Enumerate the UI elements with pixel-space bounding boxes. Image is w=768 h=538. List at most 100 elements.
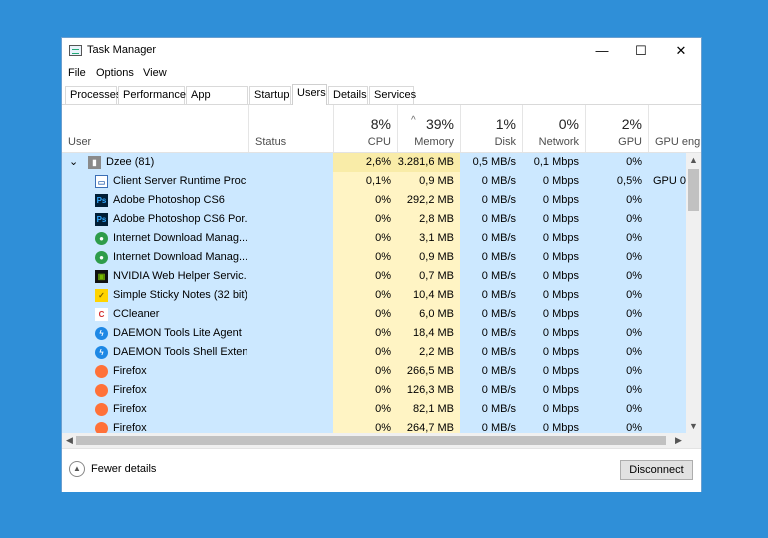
column-cpu[interactable]: 8% CPU [333,105,397,152]
cell-memory: 292,2 MB [406,194,454,206]
column-user[interactable]: User [62,105,248,152]
process-row[interactable]: Firefox 0% 82,1 MB 0 MB/s 0 Mbps 0% [62,400,686,419]
tab-performance[interactable]: Performance [118,86,186,104]
process-name: CCleaner [113,308,160,320]
close-button[interactable]: ✕ [661,38,701,64]
cell-memory: 2,8 MB [419,213,454,225]
process-row[interactable]: Ps Adobe Photoshop CS6 Por... 0% 2,8 MB 0 MB… [62,210,686,229]
scroll-right-icon[interactable]: ▶ [671,435,686,446]
process-row[interactable]: ▣ NVIDIA Web Helper Servic... 0% 0,7 MB 0 MB… [62,267,686,286]
menu-options[interactable]: Options [96,67,134,79]
process-row[interactable]: ● Internet Download Manag... 0% 0,9 MB 0 MB/… [62,248,686,267]
gpu-total-percent: 2% [621,116,642,132]
firefox-icon [95,422,108,433]
horizontal-scroll-thumb[interactable] [76,436,666,445]
minimize-button[interactable]: — [582,38,622,64]
cell-gpu-engine [653,400,686,419]
process-row[interactable]: ✓ Simple Sticky Notes (32 bit) 0% 10,4 MB 0 … [62,286,686,305]
chevron-up-circle-icon[interactable]: ▲ [69,461,85,477]
horizontal-scrollbar[interactable]: ◀ ▶ [62,433,686,448]
cell-network: 0 Mbps [542,270,579,282]
tab-services[interactable]: Services [369,86,416,104]
user-name: Dzee (81) [106,156,155,168]
expand-chevron-icon[interactable]: ⌄ [69,153,79,172]
column-memory[interactable]: ^ 39% Memory [397,105,460,152]
cell-gpu-engine [653,229,686,248]
nvidia-icon: ▣ [95,270,108,283]
tab-startup[interactable]: Startup [249,86,291,104]
tab-processes[interactable]: Processes [65,86,121,104]
menu-view[interactable]: View [143,67,167,79]
fewer-details-link[interactable]: Fewer details [91,463,156,475]
disconnect-button[interactable]: Disconnect [620,460,693,480]
idm-globe-icon: ● [95,232,108,245]
photoshop-icon: Ps [95,194,108,207]
cell-gpu: 0% [626,270,642,282]
cell-memory: 126,3 MB [406,384,454,396]
process-row[interactable]: ● Internet Download Manag... 0% 3,1 MB 0 MB/… [62,229,686,248]
column-disk[interactable]: 1% Disk [460,105,522,152]
tab-strip: Processes Performance App history Startu… [62,84,701,118]
tab-details[interactable]: Details [328,86,368,104]
menu-file[interactable]: File [68,67,86,79]
cell-memory: 0,9 MB [419,251,454,263]
maximize-button[interactable]: ☐ [621,38,661,64]
tab-app-history[interactable]: App history [186,86,248,118]
vertical-scrollbar[interactable]: ▲ ▼ [686,153,701,433]
process-name: NVIDIA Web Helper Servic... [113,270,247,282]
column-gpu[interactable]: 2% GPU [585,105,648,152]
process-row[interactable]: ϟ DAEMON Tools Shell Exten... 0% 2,2 MB 0 MB… [62,343,686,362]
vertical-scroll-thumb[interactable] [688,169,699,211]
task-manager-window: Task Manager — ☐ ✕ File Options View Pro… [62,38,701,492]
cell-memory: 6,0 MB [419,308,454,320]
scrollbar-corner [686,433,701,448]
process-row[interactable]: ▭ Client Server Runtime Proc... 0,1% 0,9 MB… [62,172,686,191]
menu-bar: File Options View [62,64,701,84]
cell-disk: 0 MB/s [481,422,516,433]
cell-gpu: 0% [626,156,642,168]
cell-network: 0,1 Mbps [533,156,579,168]
firefox-icon [95,365,108,378]
column-network[interactable]: 0% Network [522,105,585,152]
process-row[interactable]: C CCleaner 0% 6,0 MB 0 MB/s 0 Mbps 0% [62,305,686,324]
cell-disk: 0 MB/s [481,232,516,244]
cell-disk: 0 MB/s [481,384,516,396]
cell-network: 0 Mbps [542,232,579,244]
column-gpu-engine[interactable]: GPU engi [648,105,701,152]
cell-network: 0 Mbps [542,194,579,206]
cell-cpu: 0% [375,365,391,377]
column-status[interactable]: Status [248,105,333,152]
cell-disk: 0 MB/s [481,175,516,187]
scroll-down-icon[interactable]: ▼ [686,421,701,431]
cell-disk: 0 MB/s [481,251,516,263]
cell-disk: 0 MB/s [481,365,516,377]
user-row[interactable]: ⌄ ▮ Dzee (81) 2,6% 3.281,6 MB 0,5 MB/s 0,1 Mbp… [62,153,686,172]
cell-network: 0 Mbps [542,346,579,358]
window-icon: ▭ [95,175,108,188]
process-row[interactable]: Firefox 0% 264,7 MB 0 MB/s 0 Mbps 0% [62,419,686,433]
scroll-left-icon[interactable]: ◀ [62,435,77,446]
cell-network: 0 Mbps [542,213,579,225]
title-bar[interactable]: Task Manager — ☐ ✕ [62,38,701,64]
users-view: User Status 8% CPU ^ 39% Memory 1% Disk … [62,105,701,448]
sticky-notes-icon: ✓ [95,289,108,302]
process-row[interactable]: Firefox 0% 126,3 MB 0 MB/s 0 Mbps 0% [62,381,686,400]
cell-cpu: 0,1% [365,175,391,187]
cell-gpu: 0% [626,194,642,206]
process-row[interactable]: Firefox 0% 266,5 MB 0 MB/s 0 Mbps 0% [62,362,686,381]
cell-disk: 0 MB/s [481,308,516,320]
tab-users[interactable]: Users [292,84,327,105]
process-row[interactable]: ϟ DAEMON Tools Lite Agent 0% 18,4 MB 0 MB/s 0… [62,324,686,343]
cell-gpu-engine [653,267,686,286]
process-row[interactable]: Ps Adobe Photoshop CS6 0% 292,2 MB 0 MB/s 0 M… [62,191,686,210]
ccleaner-icon: C [95,308,108,321]
cell-gpu-engine [653,362,686,381]
cell-cpu: 0% [375,232,391,244]
cell-memory: 2,2 MB [419,346,454,358]
process-name: Firefox [113,365,147,377]
cell-cpu: 0% [375,194,391,206]
scroll-up-icon[interactable]: ▲ [686,155,701,165]
cell-cpu: 0% [375,403,391,415]
cell-gpu-engine [653,153,686,172]
network-total-percent: 0% [558,116,579,132]
